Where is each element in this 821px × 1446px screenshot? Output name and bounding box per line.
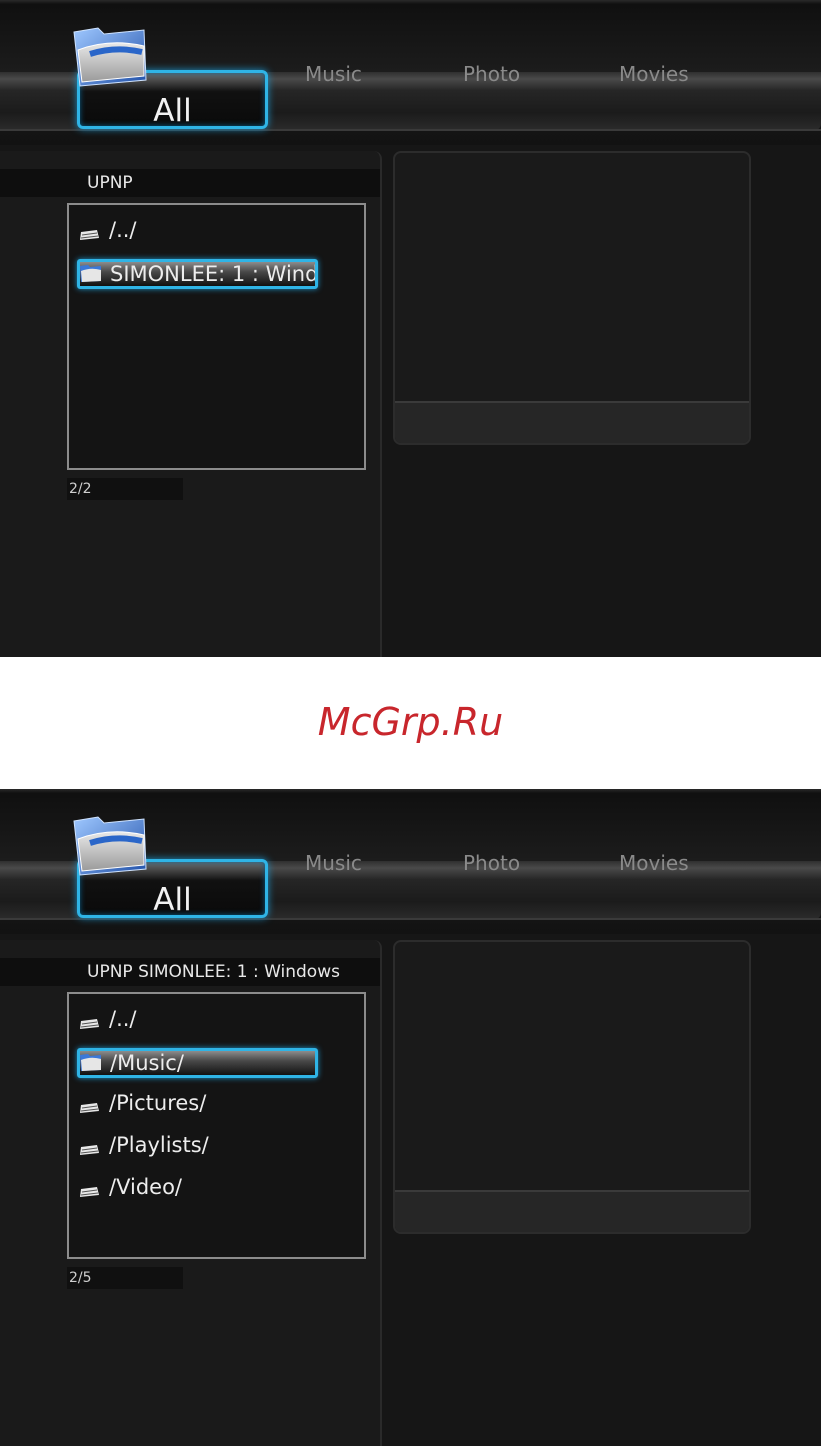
item-counter: 2/5 bbox=[67, 1267, 183, 1289]
current-path: UPNP bbox=[87, 173, 133, 193]
list-item-label: /Video/ bbox=[109, 1175, 182, 1199]
drive-icon bbox=[80, 1103, 99, 1113]
current-path: UPNP SIMONLEE: 1 : Windows Media Connect bbox=[87, 962, 342, 982]
file-list: /../ /Music/ /Pictures/ /Playlists/ /Vid… bbox=[67, 992, 366, 1259]
media-browser-screen-2: All Music Photo Movies UPNP SIMONLEE: 1 … bbox=[0, 789, 821, 1446]
browser-panel: UPNP SIMONLEE: 1 : Windows Media Connect… bbox=[0, 940, 382, 1446]
tab-movies[interactable]: Movies bbox=[619, 62, 689, 86]
drive-icon bbox=[80, 1019, 99, 1029]
preview-panel bbox=[393, 151, 751, 445]
top-strip bbox=[0, 0, 821, 4]
folder-icon bbox=[80, 1054, 101, 1071]
list-item-parent[interactable]: /../ bbox=[75, 1004, 359, 1038]
media-folder-icon bbox=[73, 27, 147, 87]
list-item-label: /../ bbox=[109, 218, 137, 242]
folder-icon bbox=[80, 265, 101, 282]
watermark-text: McGrp.Ru bbox=[317, 700, 504, 744]
file-list: /../ SIMONLEE: 1 : Windows Media Connect bbox=[67, 203, 366, 470]
item-count: 2/5 bbox=[69, 1270, 92, 1286]
list-item-label: /Music/ bbox=[110, 1051, 184, 1075]
list-item-music[interactable]: /Music/ bbox=[77, 1048, 318, 1078]
item-counter: 2/2 bbox=[67, 478, 183, 500]
tab-all-label: All bbox=[153, 93, 192, 129]
list-item-simonlee[interactable]: SIMONLEE: 1 : Windows Media Connect bbox=[77, 259, 318, 289]
tab-music[interactable]: Music bbox=[305, 62, 362, 86]
drive-icon bbox=[80, 1145, 99, 1155]
preview-info-bar bbox=[395, 1190, 749, 1232]
list-item-label: /../ bbox=[109, 1007, 137, 1031]
list-item-pictures[interactable]: /Pictures/ bbox=[75, 1088, 359, 1122]
top-strip bbox=[0, 789, 821, 793]
item-count: 2/2 bbox=[69, 481, 92, 497]
list-item-label: /Pictures/ bbox=[109, 1091, 207, 1115]
tab-music[interactable]: Music bbox=[305, 851, 362, 875]
tab-band-divider bbox=[0, 129, 821, 131]
preview-panel bbox=[393, 940, 751, 1234]
list-item-playlists[interactable]: /Playlists/ bbox=[75, 1130, 359, 1164]
browser-panel: UPNP /../ SIMONLEE: 1 : Windows Media Co… bbox=[0, 151, 382, 657]
preview-info-bar bbox=[395, 401, 749, 443]
tab-photo[interactable]: Photo bbox=[463, 851, 520, 875]
drive-icon bbox=[80, 1187, 99, 1197]
list-item-label: /Playlists/ bbox=[109, 1133, 209, 1157]
tab-movies[interactable]: Movies bbox=[619, 851, 689, 875]
tab-all-label: All bbox=[153, 882, 192, 918]
list-item-parent[interactable]: /../ bbox=[75, 215, 359, 249]
list-item-label: SIMONLEE: 1 : Windows Media Connect bbox=[110, 262, 318, 286]
media-folder-icon bbox=[73, 816, 147, 876]
media-browser-screen-1: All Music Photo Movies UPNP /../ SIMONLE… bbox=[0, 0, 821, 657]
drive-icon bbox=[80, 230, 99, 240]
list-item-video[interactable]: /Video/ bbox=[75, 1172, 359, 1206]
tab-band-divider bbox=[0, 918, 821, 920]
tab-photo[interactable]: Photo bbox=[463, 62, 520, 86]
